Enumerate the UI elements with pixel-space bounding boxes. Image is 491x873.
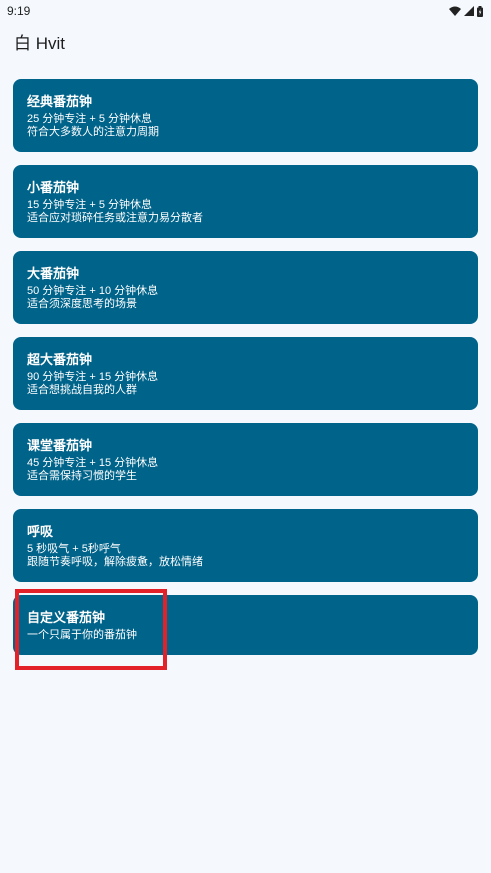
- screen: 9:19 白 Hvit 经典番茄钟 25 分钟专注 + 5 分钟休息 符合大多数…: [0, 0, 491, 873]
- card-description: 适合须深度思考的场景: [27, 298, 137, 310]
- card-title: 呼吸: [27, 524, 54, 539]
- card-description: 一个只属于你的番茄钟: [27, 629, 137, 641]
- preset-card-large[interactable]: 大番茄钟 50 分钟专注 + 10 分钟休息 适合须深度思考的场景: [13, 251, 478, 324]
- pomodoro-preset-list: 经典番茄钟 25 分钟专注 + 5 分钟休息 符合大多数人的注意力周期 小番茄钟…: [13, 79, 478, 668]
- card-duration: 90 分钟专注 + 15 分钟休息: [27, 371, 159, 383]
- card-description: 适合想挑战自我的人群: [27, 384, 137, 396]
- card-description: 跟随节奏呼吸，解除疲惫，放松情绪: [27, 556, 203, 568]
- card-description: 适合应对琐碎任务或注意力易分散者: [27, 212, 203, 224]
- card-title: 自定义番茄钟: [27, 610, 106, 625]
- cellular-signal-icon: [464, 6, 474, 16]
- card-description: 适合需保持习惯的学生: [27, 470, 137, 482]
- card-duration: 45 分钟专注 + 15 分钟休息: [27, 457, 159, 469]
- card-duration: 50 分钟专注 + 10 分钟休息: [27, 285, 159, 297]
- preset-card-extra-large[interactable]: 超大番茄钟 90 分钟专注 + 15 分钟休息 适合想挑战自我的人群: [13, 337, 478, 410]
- card-duration: 25 分钟专注 + 5 分钟休息: [27, 113, 153, 125]
- preset-card-breathing[interactable]: 呼吸 5 秒吸气 + 5秒呼气 跟随节奏呼吸，解除疲惫，放松情绪: [13, 509, 478, 582]
- wifi-icon: [449, 6, 461, 16]
- card-title: 课堂番茄钟: [27, 438, 93, 453]
- app-title: 白 Hvit: [14, 34, 65, 53]
- card-duration: 5 秒吸气 + 5秒呼气: [27, 543, 121, 555]
- card-title: 大番茄钟: [27, 266, 80, 281]
- status-bar: 9:19: [0, 0, 491, 22]
- card-description: 符合大多数人的注意力周期: [27, 126, 159, 138]
- card-duration: 15 分钟专注 + 5 分钟休息: [27, 199, 153, 211]
- card-title: 经典番茄钟: [27, 94, 93, 109]
- battery-icon: [477, 5, 483, 17]
- preset-card-custom[interactable]: 自定义番茄钟 一个只属于你的番茄钟: [13, 595, 478, 655]
- preset-card-classic[interactable]: 经典番茄钟 25 分钟专注 + 5 分钟休息 符合大多数人的注意力周期: [13, 79, 478, 152]
- preset-card-classroom[interactable]: 课堂番茄钟 45 分钟专注 + 15 分钟休息 适合需保持习惯的学生: [13, 423, 478, 496]
- card-title: 超大番茄钟: [27, 352, 93, 367]
- status-time: 9:19: [7, 4, 31, 18]
- preset-card-small[interactable]: 小番茄钟 15 分钟专注 + 5 分钟休息 适合应对琐碎任务或注意力易分散者: [13, 165, 478, 238]
- card-title: 小番茄钟: [27, 180, 80, 195]
- status-icons: [449, 5, 483, 17]
